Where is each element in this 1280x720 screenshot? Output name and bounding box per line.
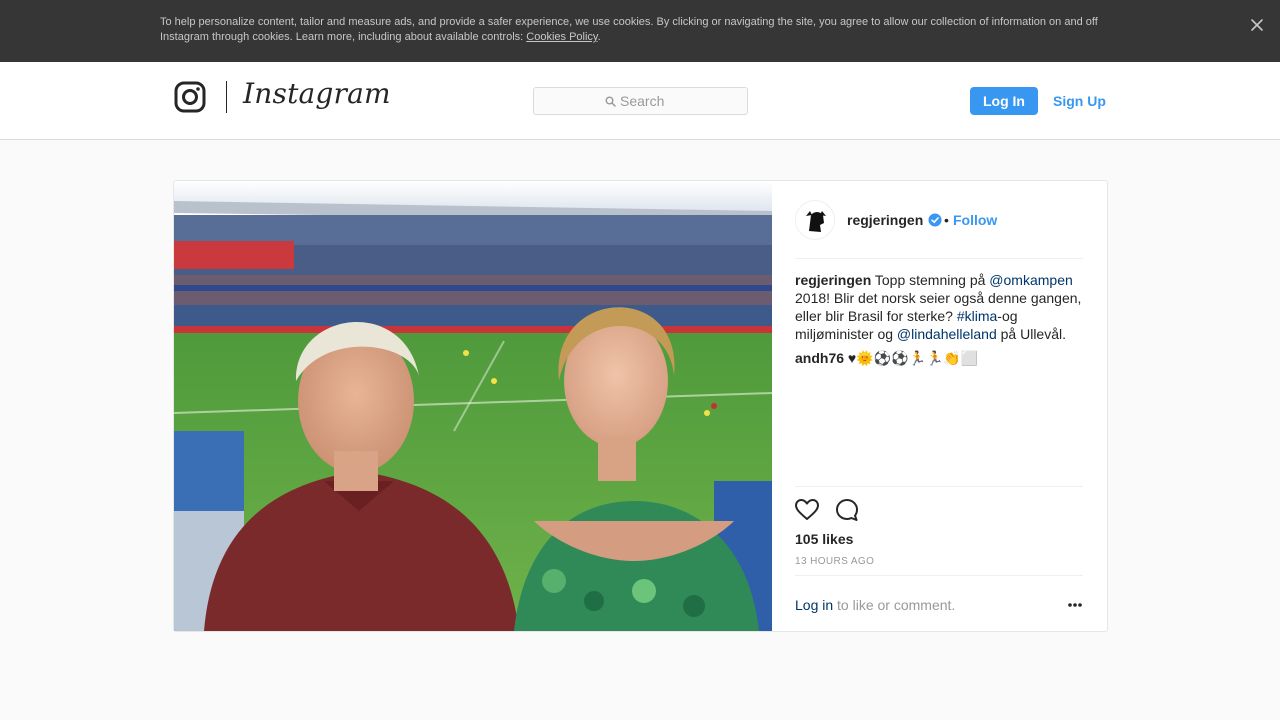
search-icon xyxy=(605,96,616,107)
signup-link[interactable]: Sign Up xyxy=(1053,87,1106,115)
cookie-period: . xyxy=(597,31,601,43)
caption-text-1: Topp stemning på xyxy=(871,272,990,288)
divider xyxy=(795,258,1083,259)
divider xyxy=(795,486,1083,487)
login-prompt-text: to like or comment. xyxy=(833,597,956,613)
caption-text-4: på Ullevål. xyxy=(996,326,1067,342)
verified-badge-icon xyxy=(928,213,942,227)
post-caption: regjeringen Topp stemning på @omkampen 2… xyxy=(795,271,1085,343)
caption-text-2: 2018! Blir det norsk seier også denne ga… xyxy=(795,290,1082,324)
login-button[interactable]: Log In xyxy=(970,87,1038,115)
search-box[interactable] xyxy=(533,87,748,115)
mention-link[interactable]: @lindahelleland xyxy=(897,326,997,342)
comment-icon[interactable] xyxy=(834,497,860,523)
caption-user[interactable]: regjeringen xyxy=(795,272,871,288)
cookie-text: To help personalize content, tailor and … xyxy=(160,15,1120,45)
close-icon[interactable] xyxy=(1249,17,1265,33)
comment-text: ♥🌞⚽⚽🏃🏃👏⬜ xyxy=(844,350,979,366)
search-input[interactable] xyxy=(620,92,740,110)
logo-divider xyxy=(226,81,227,113)
like-count[interactable]: 105 likes xyxy=(795,531,853,547)
avatar[interactable] xyxy=(795,200,835,240)
cookies-policy-link[interactable]: Cookies Policy xyxy=(526,31,597,43)
timestamp[interactable]: 13 HOURS AGO xyxy=(795,556,874,567)
comment-user[interactable]: andh76 xyxy=(795,350,844,366)
cookie-message: To help personalize content, tailor and … xyxy=(160,16,1098,43)
post-card: regjeringen • Follow regjeringen Topp st… xyxy=(173,180,1108,632)
cookie-banner: To help personalize content, tailor and … xyxy=(0,0,1280,62)
comment: andh76 ♥🌞⚽⚽🏃🏃👏⬜ xyxy=(795,349,1085,367)
post-photo[interactable] xyxy=(174,181,772,631)
login-prompt: Log in to like or comment. xyxy=(795,597,955,613)
login-link[interactable]: Log in xyxy=(795,597,833,613)
top-nav: Instagram Log In Sign Up xyxy=(0,62,1280,140)
mention-link[interactable]: @omkampen xyxy=(989,272,1072,288)
divider xyxy=(795,575,1083,576)
instagram-camera-icon[interactable] xyxy=(174,81,206,113)
follow-button[interactable]: Follow xyxy=(953,212,997,228)
instagram-wordmark[interactable]: Instagram xyxy=(243,77,391,110)
hashtag-link[interactable]: #klima xyxy=(957,308,997,324)
more-options-icon[interactable] xyxy=(1066,597,1084,613)
post-sidebar: regjeringen • Follow regjeringen Topp st… xyxy=(772,181,1107,631)
heart-icon[interactable] xyxy=(794,497,820,523)
separator-dot: • xyxy=(944,212,949,228)
post-owner[interactable]: regjeringen xyxy=(847,212,923,228)
